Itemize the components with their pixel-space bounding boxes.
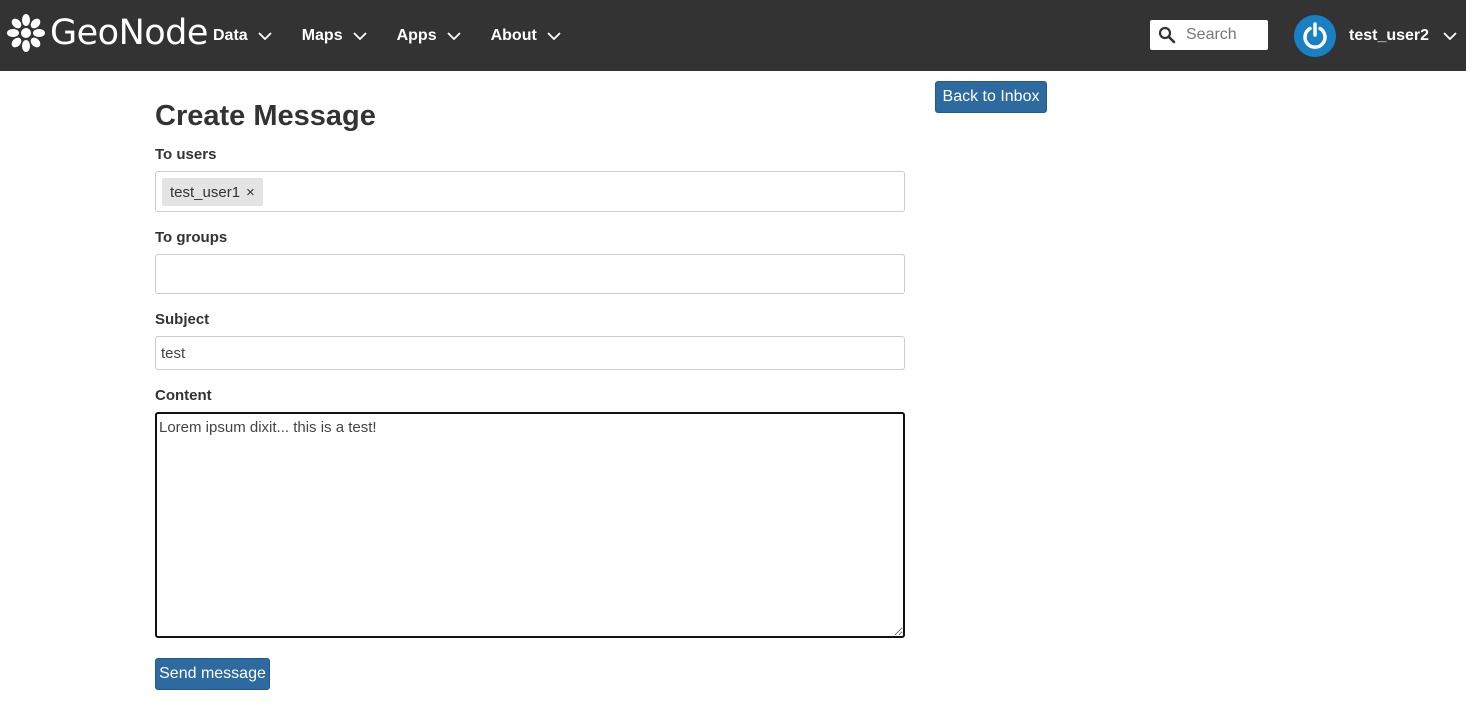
remove-tag-icon[interactable]: × xyxy=(246,184,255,201)
user-menu[interactable]: test_user2 xyxy=(1294,15,1457,57)
user-tag: test_user1 × xyxy=(162,178,263,206)
chevron-down-icon xyxy=(352,31,367,40)
subject-label: Subject xyxy=(155,311,210,328)
nav-item-label: About xyxy=(490,26,537,44)
nav-item-label: Maps xyxy=(301,26,343,44)
send-message-button[interactable]: Send message xyxy=(155,658,270,690)
chevron-down-icon xyxy=(446,31,461,40)
nav-item-label: Data xyxy=(213,26,248,44)
nav-item-label: Apps xyxy=(396,26,437,44)
username: test_user2 xyxy=(1349,27,1430,44)
nav-item-data[interactable]: Data xyxy=(213,27,272,45)
top-navbar: GeoNode Data Maps Apps About Search test… xyxy=(0,0,1466,71)
chevron-down-icon xyxy=(547,31,561,40)
content-textarea[interactable]: Lorem ipsum dixit... this is a test! xyxy=(155,412,905,638)
chevron-down-icon xyxy=(258,31,272,40)
chevron-down-icon xyxy=(1443,32,1457,40)
nav-item-apps[interactable]: Apps xyxy=(397,27,461,45)
geonode-logo[interactable]: GeoNode xyxy=(6,12,208,54)
page-title: Create Message xyxy=(155,100,376,132)
brand-name: GeoNode xyxy=(50,13,208,53)
user-tag-label: test_user1 xyxy=(170,183,241,201)
search-input[interactable] xyxy=(1186,26,1266,44)
to-groups-label: To groups xyxy=(155,229,228,246)
subject-input[interactable] xyxy=(155,336,905,370)
nav-item-about[interactable]: About xyxy=(491,27,561,45)
search-icon xyxy=(1158,26,1176,44)
content-label: Content xyxy=(155,387,212,404)
power-icon xyxy=(1303,22,1327,49)
main-menu: Data Maps Apps About xyxy=(213,0,591,71)
to-groups-field[interactable] xyxy=(155,254,905,294)
back-to-inbox-button[interactable]: Back to Inbox xyxy=(935,81,1047,113)
to-users-field[interactable]: test_user1 × xyxy=(155,171,905,212)
to-users-label: To users xyxy=(155,146,217,163)
search-box xyxy=(1150,20,1268,50)
avatar[interactable] xyxy=(1294,15,1336,57)
geonode-flower-icon xyxy=(7,14,45,52)
nav-item-maps[interactable]: Maps xyxy=(302,27,367,45)
